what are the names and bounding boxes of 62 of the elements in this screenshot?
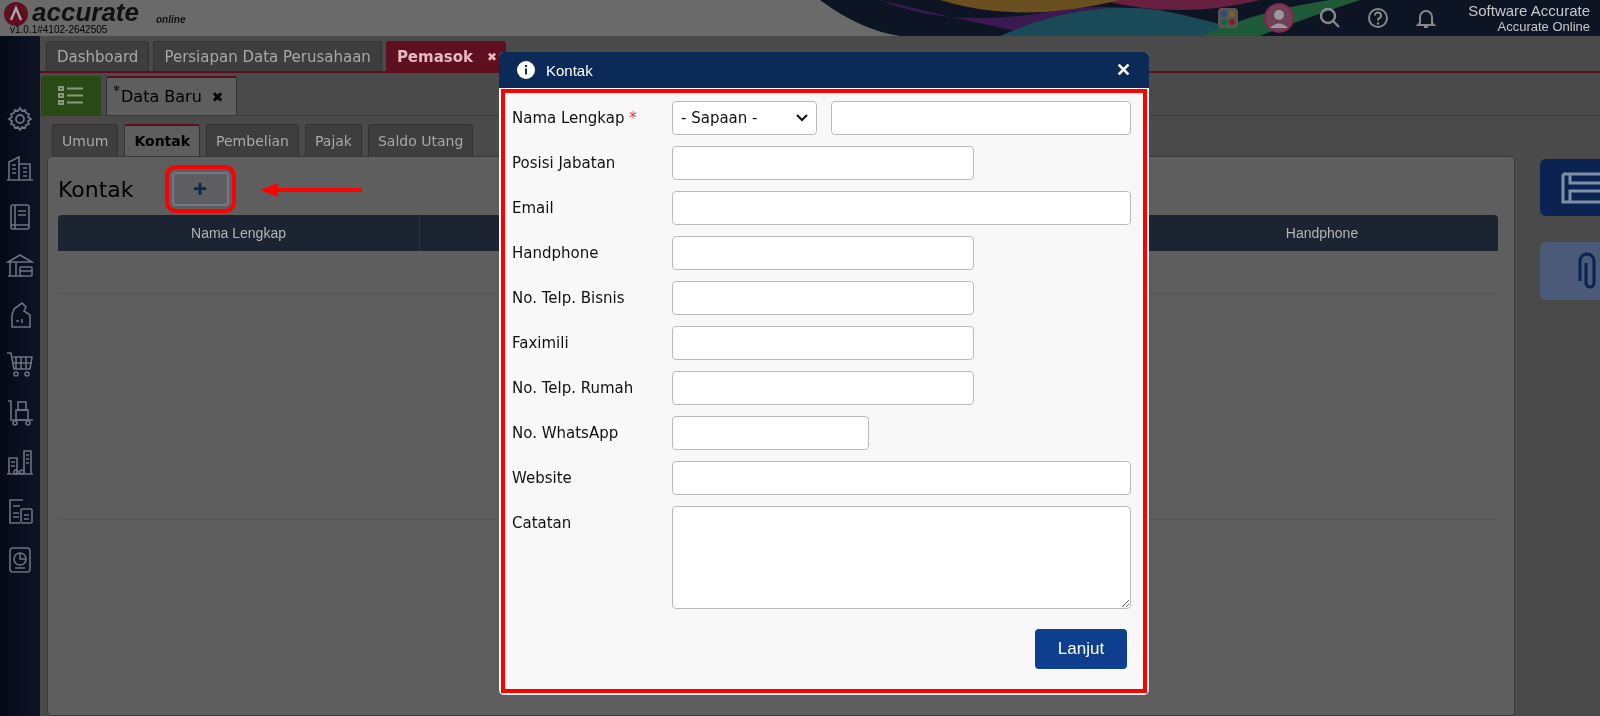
field-label: No. WhatsApp bbox=[512, 423, 620, 442]
logo-subtitle: online bbox=[156, 14, 186, 25]
section-title: Kontak bbox=[58, 176, 134, 202]
avatar-icon[interactable] bbox=[1264, 3, 1295, 33]
input-field[interactable] bbox=[672, 371, 974, 405]
module-tab[interactable]: Dashboard bbox=[46, 41, 150, 71]
tax-icon[interactable] bbox=[6, 497, 34, 525]
field-label: Website bbox=[512, 468, 573, 487]
input-field[interactable] bbox=[672, 236, 974, 270]
notes-field[interactable] bbox=[672, 506, 1131, 609]
company-name: Software Accurate bbox=[1468, 2, 1590, 19]
section-tab[interactable]: Umum bbox=[52, 124, 119, 156]
gear-icon[interactable] bbox=[6, 105, 34, 133]
input-field[interactable] bbox=[672, 416, 869, 450]
field-label: No. Telp. Rumah bbox=[512, 378, 635, 397]
chevron-icon bbox=[796, 114, 808, 122]
help-icon[interactable] bbox=[1366, 6, 1391, 30]
logo-icon bbox=[4, 2, 28, 26]
field-label: Catatan bbox=[512, 513, 573, 532]
column-header: Nama Lengkap bbox=[58, 215, 420, 251]
input-field[interactable] bbox=[672, 326, 974, 360]
input-field[interactable] bbox=[672, 146, 974, 180]
logo-text: accurate bbox=[32, 0, 139, 24]
name-field[interactable] bbox=[831, 101, 1131, 135]
module-tab[interactable]: Pemasok ✖ bbox=[385, 41, 507, 71]
section-tab[interactable]: Saldo Utang bbox=[367, 124, 474, 156]
field-label: Posisi Jabatan bbox=[512, 153, 617, 172]
field-label: Handphone bbox=[512, 243, 600, 262]
version-text: v1.0.1#4102-2642505 bbox=[10, 24, 109, 35]
dialog-title: Kontak bbox=[546, 61, 593, 79]
attach-button[interactable] bbox=[1540, 242, 1600, 300]
input-field[interactable] bbox=[672, 281, 974, 315]
section-tab[interactable]: Kontak bbox=[124, 124, 201, 156]
field-label: Faximili bbox=[512, 333, 570, 352]
trolley-icon[interactable] bbox=[6, 399, 34, 427]
building-icon[interactable] bbox=[6, 154, 34, 182]
column-header: Handphone bbox=[1284, 224, 1360, 243]
document-tab[interactable]: *Data Baru ✖ bbox=[106, 76, 237, 115]
product-name: Accurate Online bbox=[1497, 18, 1590, 34]
field-label: Nama Lengkap * bbox=[512, 108, 638, 127]
factory-icon[interactable] bbox=[6, 448, 34, 476]
input-field[interactable] bbox=[672, 191, 1131, 225]
save-button[interactable] bbox=[1540, 159, 1600, 216]
arrow-icon bbox=[258, 182, 364, 198]
list-button[interactable] bbox=[41, 76, 101, 116]
section-tab[interactable]: Pembelian bbox=[206, 124, 299, 156]
cart-icon[interactable] bbox=[6, 350, 34, 378]
apps-icon[interactable] bbox=[1216, 6, 1241, 30]
module-tab[interactable]: Persiapan Data Perusahaan bbox=[153, 41, 382, 71]
list-icon bbox=[58, 85, 84, 107]
close-icon[interactable]: ✖ bbox=[487, 49, 498, 64]
salutation-select[interactable]: - Sapaan - bbox=[672, 101, 817, 135]
field-label: Email bbox=[512, 198, 555, 217]
save-icon bbox=[1560, 170, 1600, 205]
report-icon[interactable] bbox=[6, 546, 34, 574]
continue-button[interactable]: Lanjut bbox=[1035, 629, 1127, 669]
info-icon bbox=[517, 61, 535, 79]
section-tab[interactable]: Pajak bbox=[305, 124, 362, 156]
close-button[interactable]: ✕ bbox=[1112, 59, 1135, 81]
input-field[interactable] bbox=[672, 461, 1131, 495]
bank-icon[interactable] bbox=[6, 252, 34, 280]
field-label: No. Telp. Bisnis bbox=[512, 288, 626, 307]
